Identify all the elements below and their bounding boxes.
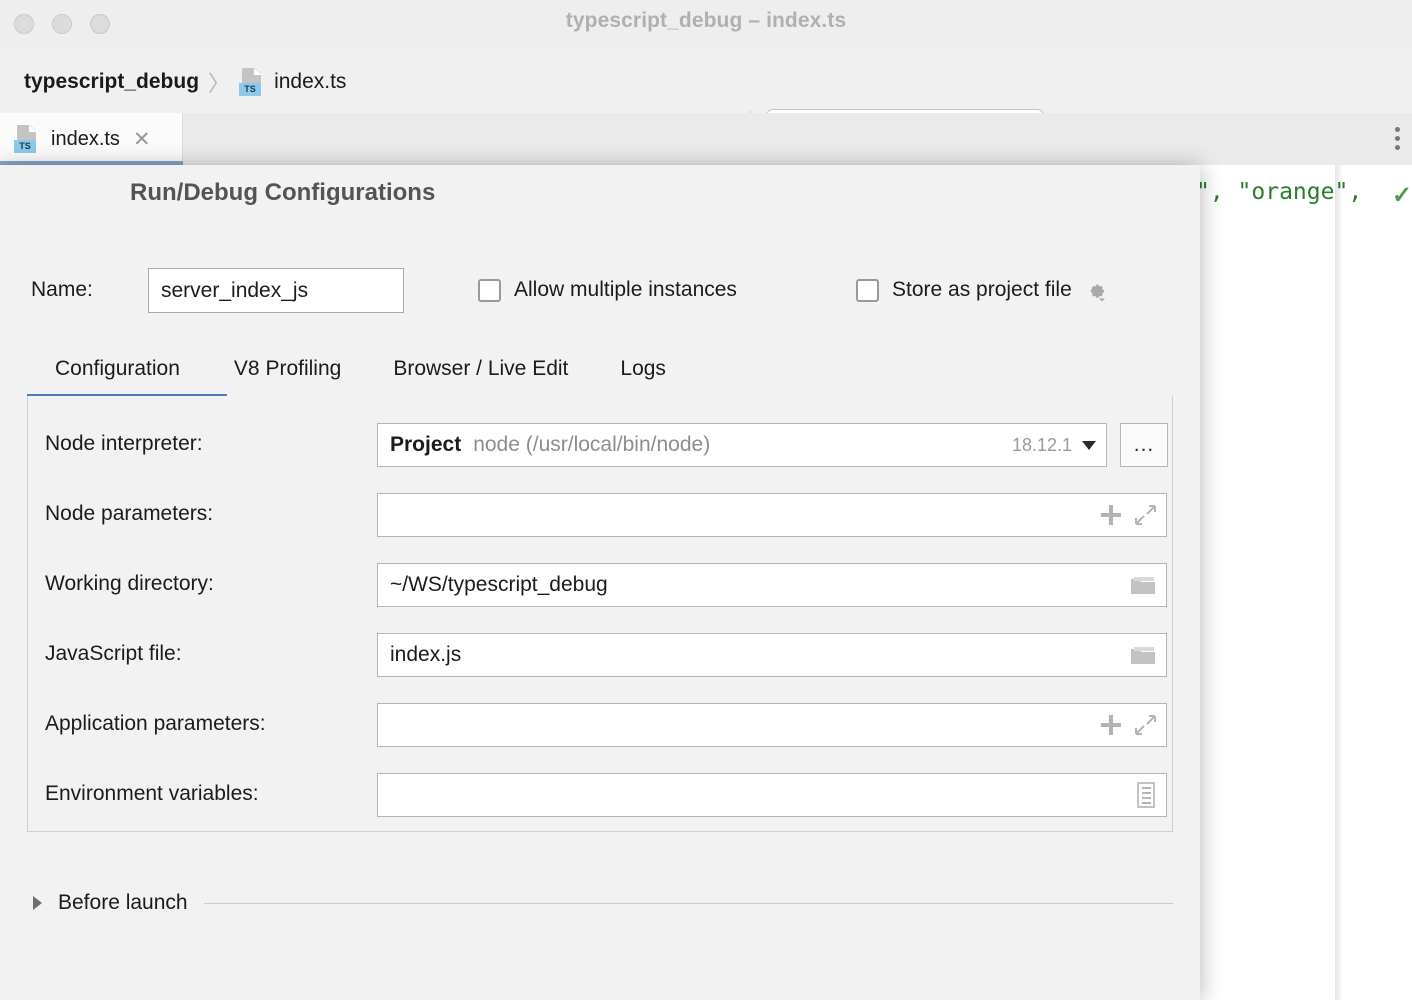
javascript-file-label: JavaScript file:: [45, 642, 182, 666]
chevron-down-icon: [1082, 441, 1096, 450]
ide-window: typescript_debug – index.ts typescript_d…: [0, 0, 1412, 1000]
checkbox-box: [856, 279, 879, 302]
application-parameters-label: Application parameters:: [45, 712, 266, 736]
store-as-project-file-checkbox[interactable]: Store as project file: [856, 278, 1107, 302]
editor-tab-label: index.ts: [51, 128, 120, 151]
run-debug-configurations-dialog: Run/Debug Configurations Name: server_in…: [0, 165, 1200, 1000]
typescript-file-icon: TS: [239, 68, 265, 96]
allow-multiple-instances-label: Allow multiple instances: [514, 278, 737, 302]
window-title: typescript_debug – index.ts: [0, 9, 1412, 33]
more-vertical-icon[interactable]: [1395, 127, 1400, 150]
node-interpreter-row: Node interpreter: Project node (/usr/loc…: [45, 423, 1157, 467]
environment-variables-label: Environment variables:: [45, 782, 259, 806]
working-directory-value: ~/WS/typescript_debug: [390, 573, 608, 597]
chevron-right-icon[interactable]: [33, 896, 42, 910]
node-interpreter-scope: Project: [390, 433, 461, 457]
typescript-file-icon: TS: [14, 125, 40, 153]
node-interpreter-select[interactable]: Project node (/usr/local/bin/node) 18.12…: [377, 423, 1107, 467]
application-parameters-input[interactable]: [377, 703, 1167, 747]
expand-icon[interactable]: [1134, 504, 1156, 526]
folder-icon[interactable]: [1130, 645, 1156, 665]
tab-browser-live-edit[interactable]: Browser / Live Edit: [367, 348, 594, 390]
editor-shadow: [1335, 165, 1343, 1000]
dialog-tabs: Configuration V8 Profiling Browser / Liv…: [27, 348, 1173, 396]
javascript-file-value: index.js: [390, 643, 461, 667]
working-directory-row: Working directory: ~/WS/typescript_debug: [45, 563, 1157, 607]
configuration-panel: Node interpreter: Project node (/usr/loc…: [27, 396, 1173, 832]
editor-tab-bar: TS index.ts ✕: [0, 113, 1412, 166]
editor-tab-index-ts[interactable]: TS index.ts ✕: [0, 113, 183, 165]
tab-logs[interactable]: Logs: [594, 348, 692, 390]
close-icon[interactable]: ✕: [133, 129, 151, 150]
checkmark-icon: ✓: [1392, 181, 1412, 210]
tab-v8-profiling[interactable]: V8 Profiling: [208, 348, 367, 390]
node-parameters-input[interactable]: [377, 493, 1167, 537]
working-directory-label: Working directory:: [45, 572, 214, 596]
javascript-file-input[interactable]: index.js: [377, 633, 1167, 677]
node-interpreter-label: Node interpreter:: [45, 432, 203, 456]
node-interpreter-browse-button[interactable]: ...: [1120, 423, 1168, 467]
environment-variables-input[interactable]: [377, 773, 1167, 817]
node-interpreter-version: 18.12.1: [1012, 435, 1072, 456]
plus-icon[interactable]: [1100, 714, 1122, 736]
before-launch-label: Before launch: [58, 891, 188, 915]
checkbox-box: [478, 279, 501, 302]
breadcrumb: typescript_debug 〉 TS index.ts: [24, 66, 346, 98]
name-label: Name:: [31, 278, 93, 302]
main-toolbar: typescript_debug 〉 TS index.ts JS server…: [0, 48, 1412, 114]
working-directory-input[interactable]: ~/WS/typescript_debug: [377, 563, 1167, 607]
breadcrumb-project[interactable]: typescript_debug: [24, 70, 199, 94]
node-parameters-row: Node parameters:: [45, 493, 1157, 537]
node-interpreter-path: node (/usr/local/bin/node): [473, 433, 710, 457]
store-as-project-file-label: Store as project file: [892, 278, 1072, 302]
env-list-icon[interactable]: [1136, 782, 1156, 808]
javascript-file-row: JavaScript file: index.js: [45, 633, 1157, 677]
tab-configuration[interactable]: Configuration: [27, 348, 208, 390]
window-titlebar: typescript_debug – index.ts: [0, 0, 1412, 48]
breadcrumb-separator-icon: 〉: [208, 66, 230, 98]
expand-icon[interactable]: [1134, 714, 1156, 736]
application-parameters-row: Application parameters:: [45, 703, 1157, 747]
section-divider: [204, 903, 1173, 904]
breadcrumb-file[interactable]: index.ts: [274, 70, 346, 94]
node-parameters-label: Node parameters:: [45, 502, 213, 526]
plus-icon[interactable]: [1100, 504, 1122, 526]
environment-variables-row: Environment variables:: [45, 773, 1157, 817]
allow-multiple-instances-checkbox[interactable]: Allow multiple instances: [478, 278, 737, 302]
name-input[interactable]: server_index_js: [148, 268, 404, 313]
name-row: Name: server_index_js Allow multiple ins…: [31, 268, 1171, 314]
dialog-title: Run/Debug Configurations: [130, 179, 435, 207]
gear-icon[interactable]: [1083, 278, 1107, 302]
before-launch-section[interactable]: Before launch: [27, 885, 1173, 921]
folder-icon[interactable]: [1130, 575, 1156, 595]
